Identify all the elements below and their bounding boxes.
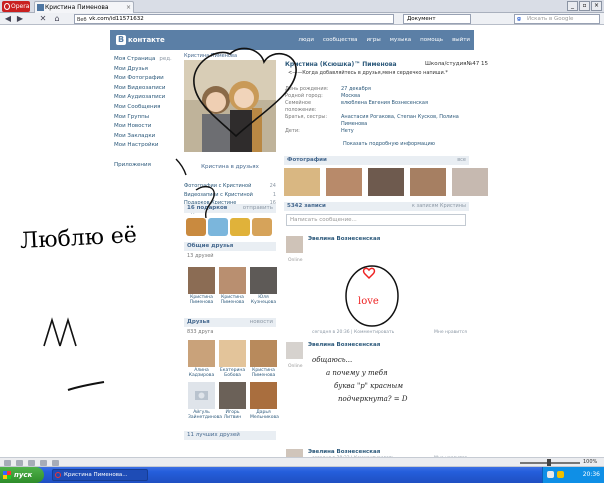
forward-icon[interactable]: ▶: [15, 14, 25, 24]
clock: 20:36: [582, 471, 600, 478]
minimize-button[interactable]: _: [567, 1, 578, 11]
close-button[interactable]: ×: [591, 1, 602, 11]
tab-active[interactable]: Кристина Пименова ×: [34, 1, 134, 13]
tray-icon[interactable]: [557, 471, 564, 478]
opera-menu-label: Opera: [11, 3, 30, 10]
search-input[interactable]: g Искать в Google: [514, 14, 600, 24]
system-tray: 20:36: [542, 467, 604, 483]
start-label: пуск: [14, 471, 33, 479]
maximize-button[interactable]: ▫: [579, 1, 590, 11]
tray-icon[interactable]: [547, 471, 554, 478]
search-placeholder: Искать в Google: [527, 16, 574, 22]
screen: { "browser": { "menu_label": "Opera", "t…: [0, 0, 604, 483]
address-bar[interactable]: Веб vk.com/id11571632: [74, 14, 394, 24]
taskbar-item-opera[interactable]: Кристина Пименова...: [52, 469, 148, 481]
tab-title: Кристина Пименова: [45, 4, 109, 11]
address-text: vk.com/id11571632: [89, 16, 144, 22]
panel-icon[interactable]: [16, 460, 23, 466]
panel-icon[interactable]: [40, 460, 47, 466]
opera-icon: [55, 472, 61, 478]
document-dropdown[interactable]: Документ: [403, 14, 471, 24]
os-taskbar: 100% пуск Кристина Пименова... 20:36: [0, 457, 604, 483]
zoom-level: 100%: [583, 459, 598, 465]
browser-tabbar: Opera Кристина Пименова × _ ▫ ×: [0, 0, 604, 13]
panel-icon[interactable]: [28, 460, 35, 466]
opera-logo-icon: [4, 3, 10, 10]
tab-close-icon[interactable]: ×: [126, 2, 131, 13]
opera-menu-button[interactable]: Opera: [2, 1, 30, 12]
page-viewport: Вконтакте люди сообщества игры музыка по…: [0, 26, 604, 461]
browser-navbar: ◀ ▶ ✕ ⌂ Веб vk.com/id11571632 Документ gИ…: [0, 13, 604, 25]
vk-favicon-icon: [37, 4, 44, 11]
start-button[interactable]: пуск: [0, 467, 44, 483]
browser-status-strip: 100%: [0, 457, 604, 467]
zoom-slider-knob[interactable]: [547, 459, 551, 466]
windows-taskbar: пуск Кристина Пименова... 20:36: [0, 467, 604, 483]
google-icon: g: [517, 16, 521, 22]
document-label: Документ: [407, 16, 436, 22]
panel-icon[interactable]: [52, 460, 59, 466]
taskbar-item-label: Кристина Пименова...: [64, 472, 128, 478]
stop-icon[interactable]: ✕: [38, 14, 48, 24]
panel-toggle-icon[interactable]: [4, 460, 11, 466]
window-controls: _ ▫ ×: [567, 1, 602, 11]
windows-flag-icon: [3, 471, 11, 479]
home-icon[interactable]: ⌂: [52, 14, 62, 24]
address-prefix: Веб: [77, 17, 87, 23]
back-icon[interactable]: ◀: [3, 14, 13, 24]
